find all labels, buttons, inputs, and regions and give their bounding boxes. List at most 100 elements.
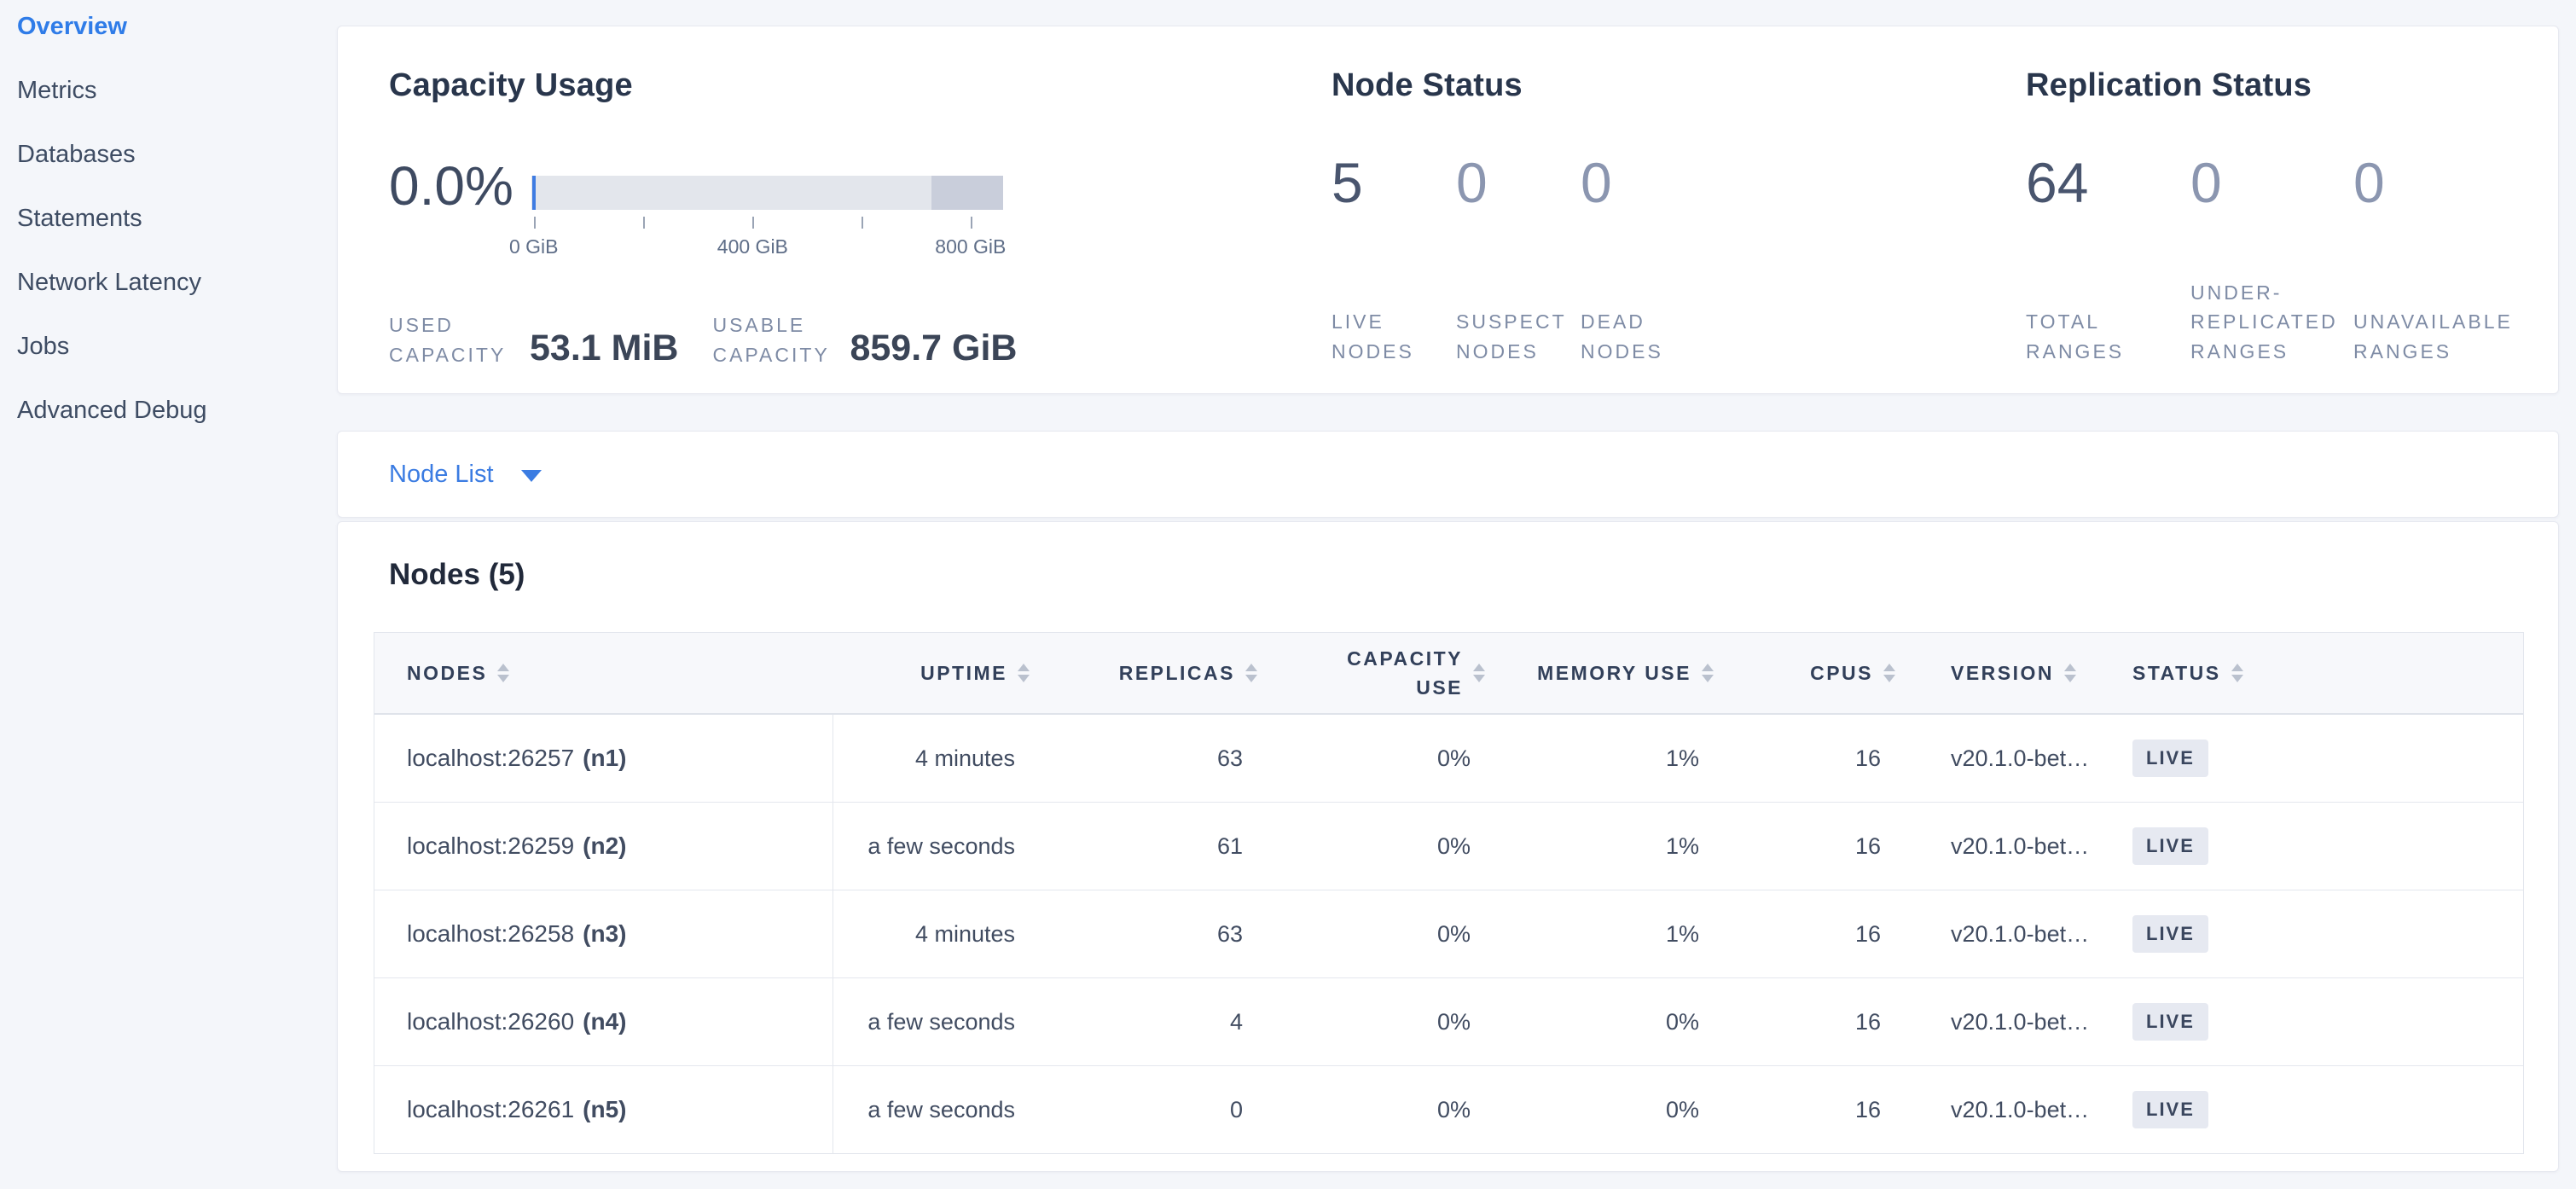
sidebar-item-advanced-debug[interactable]: Advanced Debug xyxy=(0,379,334,443)
dead-nodes-label: DEAD NODES xyxy=(1581,307,1705,366)
nodes-table-title: Nodes (5) xyxy=(389,558,525,592)
col-header-replicas[interactable]: REPLICAS xyxy=(1030,633,1257,713)
sidebar-item-databases[interactable]: Databases xyxy=(0,123,334,187)
table-row[interactable]: localhost:26261 (n5) a few seconds 0 0% … xyxy=(374,1066,2523,1153)
node-address-cell: localhost:26261 (n5) xyxy=(374,1066,833,1153)
capacity-stats: USED CAPACITY 53.1 MiB USABLE CAPACITY 8… xyxy=(389,310,1017,369)
memory-use-cell: 0% xyxy=(1485,1066,1714,1153)
col-header-memory-use[interactable]: MEMORY USE xyxy=(1485,633,1714,713)
version-cell: v20.1.0-bet… xyxy=(1895,715,2124,802)
memory-use-cell: 1% xyxy=(1485,715,1714,802)
table-row[interactable]: localhost:26258 (n3) 4 minutes 63 0% 1% … xyxy=(374,890,2523,978)
nodes-table-card: Nodes (5) NODES UPTIME REPLICAS CAPACITY… xyxy=(337,521,2559,1172)
node-id: (n5) xyxy=(583,1096,626,1123)
table-row[interactable]: localhost:26260 (n4) a few seconds 4 0% … xyxy=(374,978,2523,1066)
status-cell: LIVE xyxy=(2124,803,2523,890)
view-selector-card: Node List xyxy=(337,431,2559,518)
table-row[interactable]: localhost:26259 (n2) a few seconds 61 0%… xyxy=(374,803,2523,890)
live-nodes-value: 5 xyxy=(1332,154,1456,211)
axis-tick xyxy=(643,217,645,229)
status-cell: LIVE xyxy=(2124,715,2523,802)
replicas-cell: 63 xyxy=(1030,715,1257,802)
node-address-cell: localhost:26258 (n3) xyxy=(374,890,833,977)
node-status-labels: LIVE NODES SUSPECT NODES DEAD NODES xyxy=(1332,307,1705,366)
used-capacity-label: USED CAPACITY xyxy=(389,310,504,369)
sort-icon xyxy=(1018,664,1030,682)
sort-icon xyxy=(2064,664,2076,682)
unavailable-ranges-label: UNAVAILABLE RANGES xyxy=(2353,307,2532,366)
unavailable-ranges-value: 0 xyxy=(2353,154,2532,211)
sidebar-item-network-latency[interactable]: Network Latency xyxy=(0,251,334,315)
node-id: (n4) xyxy=(583,1008,626,1035)
used-capacity-marker xyxy=(532,176,536,210)
table-row[interactable]: localhost:26257 (n1) 4 minutes 63 0% 1% … xyxy=(374,715,2523,803)
node-address: localhost:26260 xyxy=(407,1008,574,1035)
status-cell: LIVE xyxy=(2124,1066,2523,1153)
axis-tick xyxy=(862,217,863,229)
sidebar-item-metrics[interactable]: Metrics xyxy=(0,59,334,123)
uptime-cell: a few seconds xyxy=(833,978,1030,1065)
under-replicated-ranges-label: UNDER-REPLICATED RANGES xyxy=(2190,278,2353,367)
node-address: localhost:26257 xyxy=(407,745,574,772)
col-header-uptime[interactable]: UPTIME xyxy=(833,633,1030,713)
uptime-cell: 4 minutes xyxy=(833,715,1030,802)
nodes-table: NODES UPTIME REPLICAS CAPACITY USE MEMOR… xyxy=(374,632,2524,1154)
capacity-bar-chart: 0 GiB 400 GiB 800 GiB xyxy=(531,176,1003,287)
node-address-cell: localhost:26259 (n2) xyxy=(374,803,833,890)
capacity-usage-title: Capacity Usage xyxy=(389,67,633,104)
cpus-cell: 16 xyxy=(1714,890,1895,977)
node-status-title: Node Status xyxy=(1332,67,1523,104)
sort-icon xyxy=(1245,664,1257,682)
cpus-cell: 16 xyxy=(1714,803,1895,890)
version-cell: v20.1.0-bet… xyxy=(1895,803,2124,890)
col-header-label: CAPACITY USE xyxy=(1335,644,1463,703)
axis-tick-label: 400 GiB xyxy=(717,235,788,258)
sidebar-item-statements[interactable]: Statements xyxy=(0,187,334,251)
memory-use-cell: 1% xyxy=(1485,890,1714,977)
col-header-label: CPUS xyxy=(1810,662,1873,685)
suspect-nodes-value: 0 xyxy=(1456,154,1581,211)
col-header-label: REPLICAS xyxy=(1119,662,1235,685)
replicas-cell: 4 xyxy=(1030,978,1257,1065)
node-status-section: Node Status 5 0 0 LIVE NODES SUSPECT NOD… xyxy=(1332,26,1809,393)
col-header-label: MEMORY USE xyxy=(1537,662,1691,685)
col-header-cpus[interactable]: CPUS xyxy=(1714,633,1895,713)
nodes-table-header: NODES UPTIME REPLICAS CAPACITY USE MEMOR… xyxy=(374,633,2523,715)
cluster-summary-card: Capacity Usage 0.0% 0 GiB 400 GiB 800 Gi… xyxy=(337,26,2559,394)
node-address: localhost:26258 xyxy=(407,920,574,948)
node-list-dropdown[interactable]: Node List xyxy=(338,432,2558,517)
col-header-label: NODES xyxy=(407,662,487,685)
sidebar-item-overview[interactable]: Overview xyxy=(0,0,334,59)
node-address: localhost:26261 xyxy=(407,1096,574,1123)
col-header-capacity-use[interactable]: CAPACITY USE xyxy=(1257,633,1485,713)
col-header-version[interactable]: VERSION xyxy=(1895,633,2124,713)
cpus-cell: 16 xyxy=(1714,978,1895,1065)
replicas-cell: 0 xyxy=(1030,1066,1257,1153)
used-capacity-value: 53.1 MiB xyxy=(530,328,678,369)
total-ranges-value: 64 xyxy=(2026,154,2190,211)
col-header-label: STATUS xyxy=(2132,662,2221,685)
cpus-cell: 16 xyxy=(1714,1066,1895,1153)
version-cell: v20.1.0-bet… xyxy=(1895,890,2124,977)
node-list-dropdown-label: Node List xyxy=(389,461,494,489)
status-badge: LIVE xyxy=(2132,827,2208,865)
axis-tick-label: 0 GiB xyxy=(509,235,559,258)
sidebar-item-jobs[interactable]: Jobs xyxy=(0,315,334,379)
col-header-status[interactable]: STATUS xyxy=(2124,633,2523,713)
node-address: localhost:26259 xyxy=(407,832,574,860)
sort-icon xyxy=(1702,664,1714,682)
status-badge: LIVE xyxy=(2132,1003,2208,1041)
sort-icon xyxy=(2231,664,2243,682)
replication-status-values: 64 0 0 xyxy=(2026,154,2532,211)
memory-use-cell: 0% xyxy=(1485,978,1714,1065)
axis-tick xyxy=(534,217,536,229)
replicas-cell: 61 xyxy=(1030,803,1257,890)
col-header-label: VERSION xyxy=(1951,662,2054,685)
uptime-cell: a few seconds xyxy=(833,1066,1030,1153)
uptime-cell: a few seconds xyxy=(833,803,1030,890)
col-header-nodes[interactable]: NODES xyxy=(374,633,833,713)
capacity-use-cell: 0% xyxy=(1257,1066,1485,1153)
uptime-cell: 4 minutes xyxy=(833,890,1030,977)
capacity-use-cell: 0% xyxy=(1257,715,1485,802)
live-nodes-label: LIVE NODES xyxy=(1332,307,1456,366)
